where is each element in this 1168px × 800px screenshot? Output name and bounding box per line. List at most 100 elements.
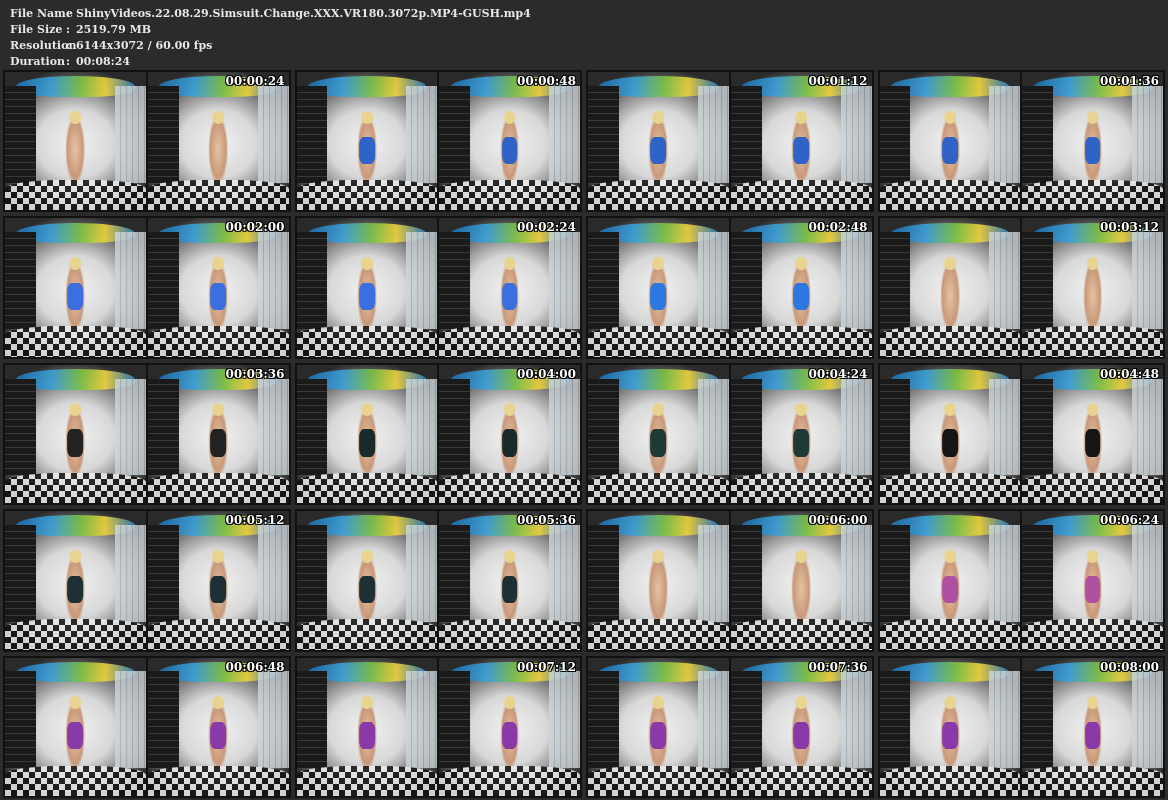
thumbnail: 00:05:36 [294,509,582,652]
person-figure [791,257,811,332]
resolution-row: Resolution : 6144x3072 / 60.00 fps [10,38,531,54]
thumbnail-timestamp: 00:01:12 [808,74,868,88]
thumbnail: 00:01:12 [586,70,874,213]
glass-wall [1132,525,1163,622]
person-figure [65,549,86,625]
thumbnail: 00:07:12 [294,655,582,798]
person-figure [65,257,86,332]
tile-wall [5,525,36,622]
tile-wall [730,378,762,476]
glass-wall [406,378,438,476]
tile-wall [5,85,36,183]
tile-wall [439,85,471,183]
person-figure [940,403,960,479]
tile-wall [296,232,328,330]
right-eye-view [730,511,872,650]
person-figure [1082,257,1103,332]
thumbnail: 00:02:24 [294,216,582,359]
person-figure [65,403,86,479]
left-eye-view [5,72,146,211]
thumbnail: 00:03:12 [877,216,1165,359]
left-eye-view [296,364,438,504]
glass-wall [114,671,146,769]
tile-wall [879,232,911,330]
tile-wall [147,378,179,476]
thumbnail: 00:01:36 [877,70,1165,213]
thumbnail: 00:06:24 [877,509,1165,652]
right-eye-view [439,72,580,211]
right-eye-view [439,218,580,357]
glass-wall [114,232,146,330]
thumbnail-timestamp: 00:07:36 [808,659,868,674]
glass-wall [549,85,580,183]
left-eye-view [588,218,729,357]
person-figure [940,257,960,332]
file-size-value: 2519.79 MB [76,23,152,36]
tile-wall [439,671,471,769]
person-figure [357,549,377,625]
left-eye-view [588,364,729,504]
thumbnail: 00:00:48 [294,70,582,213]
thumbnail: 00:06:48 [3,655,291,798]
glass-wall [114,525,146,622]
tile-wall [1022,525,1054,622]
right-eye-view [147,511,289,650]
person-figure [648,549,669,625]
tile-wall [296,378,328,476]
tile-wall [588,232,619,330]
glass-wall [697,85,729,183]
thumbnail: 00:08:00 [877,655,1165,798]
right-eye-view [1022,72,1163,211]
person-figure [499,549,520,625]
glass-wall [549,671,580,769]
thumbnail-timestamp: 00:02:48 [808,220,868,235]
left-eye-view [5,511,146,650]
right-eye-view [730,657,872,796]
left-eye-view [588,657,729,796]
glass-wall [1132,378,1163,476]
left-eye-view [588,72,729,211]
person-figure [499,257,520,332]
thumbnail: 00:04:48 [877,362,1165,506]
left-eye-view [296,218,438,357]
thumbnail-timestamp: 00:01:36 [1100,74,1159,88]
glass-wall [840,525,872,622]
glass-wall [549,525,580,622]
person-figure [208,110,228,186]
info-separator: : [66,55,71,68]
thumbnail-timestamp: 00:03:36 [225,366,285,381]
thumbnail-timestamp: 00:06:00 [808,513,868,528]
glass-wall [1132,232,1163,330]
tile-wall [439,378,471,476]
glass-wall [697,525,729,622]
file-size-row: File Size : 2519.79 MB [10,22,531,38]
tile-wall [879,378,911,476]
left-eye-view [296,511,438,650]
tile-wall [588,85,619,183]
person-figure [208,696,228,772]
left-eye-view [879,364,1021,504]
right-eye-view [1022,218,1163,357]
glass-wall [257,671,289,769]
duration-label: Duration [10,55,66,68]
tile-wall [1022,378,1054,476]
glass-wall [697,378,729,476]
left-eye-view [879,72,1021,211]
glass-wall [697,232,729,330]
person-figure [357,696,377,772]
person-figure [648,110,669,186]
glass-wall [989,85,1021,183]
person-figure [1082,403,1103,479]
thumbnail-timestamp: 00:03:12 [1100,220,1159,235]
person-figure [648,403,669,479]
tile-wall [1022,232,1054,330]
person-figure [499,110,520,186]
tile-wall [439,525,471,622]
thumbnail: 00:03:36 [3,362,291,506]
tile-wall [588,671,619,769]
right-eye-view [1022,511,1163,650]
resolution-label: Resolution [10,39,77,52]
left-eye-view [5,364,146,504]
person-figure [499,696,520,772]
tile-wall [296,671,328,769]
